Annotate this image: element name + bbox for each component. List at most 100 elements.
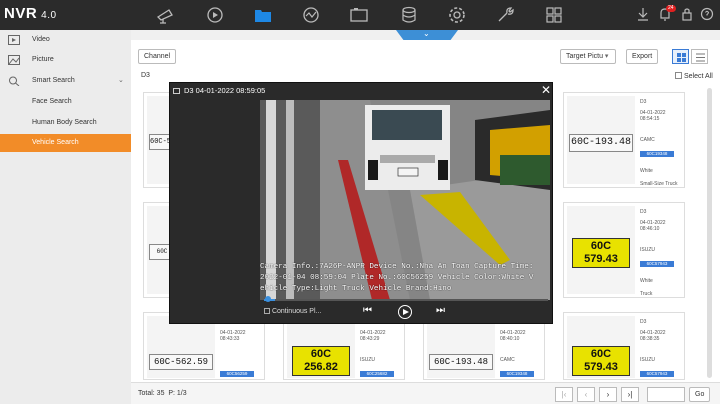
card-color: White — [640, 278, 653, 284]
settings-icon[interactable] — [444, 4, 470, 26]
picture-icon — [8, 55, 20, 65]
collapse-tab[interactable]: ⌄ — [396, 30, 458, 40]
card-brand: ISUZU — [640, 247, 655, 253]
vehicle-thumbnail: 60C 256.82 — [287, 316, 355, 378]
camera-icon — [173, 88, 180, 94]
sidebar-item-video[interactable]: Video — [0, 31, 131, 49]
sidebar-item-picture[interactable]: Picture — [0, 51, 131, 69]
result-card[interactable]: 60C-193.48 D3 04-01-2022 08:54:15 CAMC 6… — [563, 92, 685, 188]
sidebar: Video Picture Smart Search ⌄ Face Search… — [0, 30, 131, 404]
card-type: Truck — [640, 291, 653, 297]
card-brand: CAMC — [500, 357, 515, 363]
progress-handle[interactable] — [265, 296, 271, 302]
app-logo: NVR 4.0 — [4, 5, 57, 22]
card-time: 08:46:10 — [640, 226, 660, 232]
sidebar-item-smart-search[interactable]: Smart Search ⌄ — [0, 72, 131, 90]
vehicle-thumbnail: 60C 579.43 — [567, 316, 635, 378]
first-page-button[interactable]: |‹ — [555, 387, 573, 402]
channel-value: D3 — [141, 72, 150, 79]
result-card[interactable]: 60C 579.43 D3 04-01-2022 08:46:10 ISUZU 6… — [563, 202, 685, 298]
display-icon[interactable] — [346, 4, 372, 26]
top-bar: NVR 4.0 24 — [0, 0, 720, 30]
card-time: 08:40:10 — [500, 336, 520, 342]
popup-title: D3 04-01-2022 08:59:05 — [184, 86, 266, 95]
plate-tag: 60C19348 — [640, 151, 674, 157]
plate-image: 60C-193.48 — [429, 354, 493, 370]
continuous-play-checkbox[interactable]: Continuous Pl... — [264, 308, 321, 315]
previous-icon[interactable]: ⏮ — [363, 305, 372, 316]
vehicle-thumbnail: 60C 579.43 — [567, 206, 635, 294]
playback-progress[interactable] — [264, 299, 548, 301]
caret-down-icon: ▾ — [604, 53, 609, 60]
card-time: 08:43:29 — [360, 336, 380, 342]
grid-view-icon — [677, 53, 686, 62]
target-picture-select[interactable]: Target Pictu ▾ — [560, 49, 616, 64]
grid-icon[interactable] — [541, 4, 567, 26]
plate-image: 60C-193.48 — [569, 134, 633, 152]
smart-search-icon — [9, 76, 20, 86]
card-channel: D3 — [640, 209, 647, 215]
vehicle-thumbnail: 60C-562.59 — [147, 316, 215, 378]
sidebar-item-face-search[interactable]: Face Search — [0, 93, 131, 111]
channel-button[interactable]: Channel — [138, 49, 177, 64]
sidebar-item-human-body-search[interactable]: Human Body Search — [0, 114, 131, 132]
lock-icon[interactable] — [680, 6, 694, 22]
card-time: 08:54:15 — [640, 116, 660, 122]
export-button[interactable]: Export — [626, 49, 659, 64]
page-info: Total: 35 P: 1/3 — [138, 390, 187, 397]
select-all-checkbox[interactable]: Select All — [675, 72, 713, 80]
vehicle-thumbnail: 60C-193.48 — [567, 96, 635, 184]
card-channel: D3 — [640, 319, 647, 325]
plate-tag: 60C56259 — [220, 371, 254, 377]
next-icon[interactable]: ⏭ — [436, 305, 445, 316]
help-icon[interactable] — [700, 6, 714, 22]
play-button[interactable] — [398, 305, 412, 319]
scrollbar[interactable] — [707, 88, 712, 378]
card-brand: CAMC — [640, 137, 655, 143]
plate-image: 60C 579.43 — [572, 238, 630, 268]
download-icon[interactable] — [636, 6, 650, 22]
prev-page-button[interactable]: ‹ — [577, 387, 595, 402]
plate-tag: 60C57943 — [640, 371, 674, 377]
card-time: 08:43:33 — [220, 336, 240, 342]
sidebar-item-vehicle-search[interactable]: Vehicle Search — [0, 134, 131, 152]
live-view-icon[interactable] — [152, 4, 178, 26]
maintenance-icon[interactable] — [492, 4, 518, 26]
list-view-toggle[interactable] — [691, 49, 708, 64]
playback-popup: D3 04-01-2022 08:59:05 ✕ Camera Info.:7A… — [169, 82, 553, 324]
footer: Total: 35 P: 1/3 |‹ ‹ › ›| Go — [131, 382, 720, 404]
plate-tag: 60C19348 — [500, 371, 534, 377]
chevron-down-icon: ⌄ — [118, 77, 124, 84]
card-type: Small-Size Truck — [640, 181, 678, 187]
chevron-down-icon: ⌄ — [423, 29, 430, 38]
overlay-vehicle-info: ehicle Type:Light Truck Vehicle Brand:Hi… — [260, 285, 452, 293]
play-icon — [403, 308, 409, 315]
search-analytics-icon[interactable] — [298, 4, 324, 26]
last-page-button[interactable]: ›| — [621, 387, 639, 402]
storage-icon[interactable] — [396, 4, 422, 26]
result-card[interactable]: 60C 579.43 D3 04-01-2022 08:38:35 ISUZU 6… — [563, 312, 685, 380]
card-brand: ISUZU — [640, 357, 655, 363]
plate-image: 60C 256.82 — [292, 346, 350, 376]
file-icon[interactable] — [250, 4, 276, 26]
card-time: 08:38:35 — [640, 336, 660, 342]
plate-tag: 60C57943 — [640, 261, 674, 267]
playback-icon[interactable] — [202, 4, 228, 26]
next-page-button[interactable]: › — [599, 387, 617, 402]
card-channel: D3 — [640, 99, 647, 105]
list-view-icon — [696, 53, 705, 62]
video-icon — [8, 35, 20, 45]
notification-badge: 24 — [666, 5, 676, 12]
page-number-input[interactable] — [647, 387, 685, 402]
card-color: White — [640, 168, 653, 174]
overlay-capture-info: 2022-01-04 08:59:04 Plate No.:60C56259 V… — [260, 274, 534, 282]
go-button[interactable]: Go — [689, 387, 711, 402]
plate-image: 60C-562.59 — [149, 354, 213, 370]
overlay-camera-info: Camera Info.:7A26P-ANPR Device No.:Nha A… — [260, 263, 534, 271]
card-brand: ISUZU — [360, 357, 375, 363]
grid-view-toggle[interactable] — [672, 49, 689, 64]
plate-tag: 60C25682 — [360, 371, 394, 377]
plate-image: 60C 579.43 — [572, 346, 630, 376]
vehicle-thumbnail: 60C-193.48 — [427, 316, 495, 378]
close-icon[interactable]: ✕ — [541, 84, 551, 96]
